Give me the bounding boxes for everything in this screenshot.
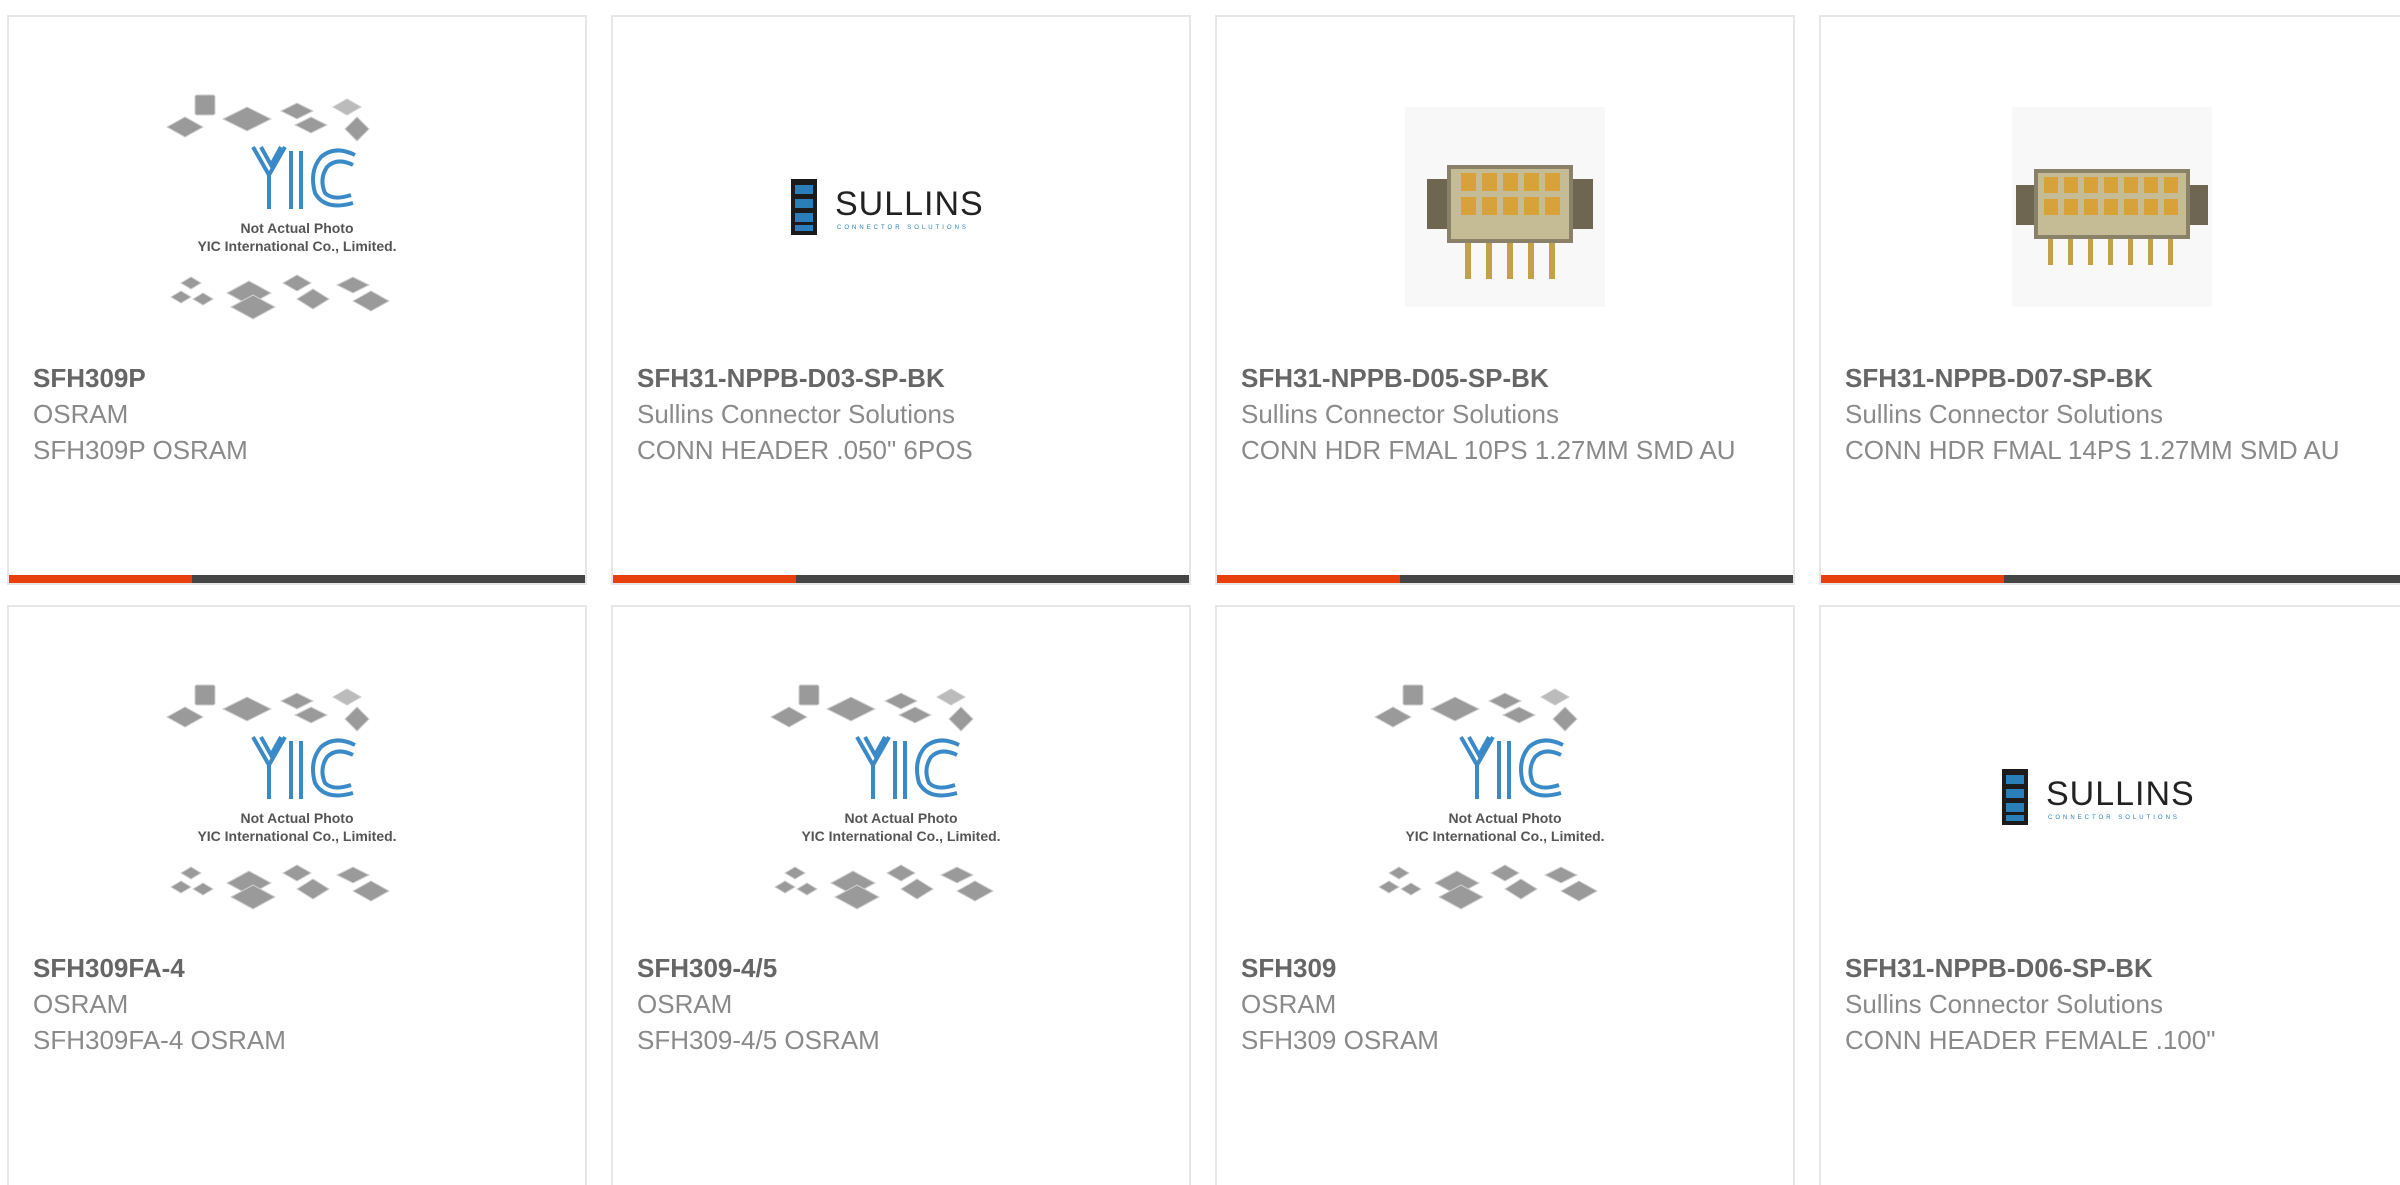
sullins-logo-icon: SULLINS CONNECTOR SOLUTIONS — [2001, 769, 2195, 825]
part-number[interactable]: SFH309P — [33, 360, 561, 396]
product-card[interactable]: SFH31-NPPB-D07-SP-BK Sullins Connector S… — [1819, 15, 2400, 585]
manufacturer: OSRAM — [33, 399, 129, 429]
connector-photo-icon — [2011, 107, 2212, 307]
product-card[interactable]: Not Actual Photo YIC International Co., … — [1215, 605, 1795, 1185]
product-image-connector-photo[interactable] — [1821, 57, 2400, 357]
not-actual-photo-label: Not Actual Photo — [240, 220, 353, 236]
description: SFH309-4/5 OSRAM — [637, 1025, 880, 1055]
yic-company-label: YIC International Co., Limited. — [801, 828, 1000, 844]
product-image-sullins-logo[interactable]: SULLINS CONNECTOR SOLUTIONS — [613, 57, 1189, 357]
product-image-yic-placeholder[interactable]: Not Actual Photo YIC International Co., … — [9, 57, 585, 357]
yic-company-label: YIC International Co., Limited. — [197, 828, 396, 844]
manufacturer: OSRAM — [1241, 989, 1337, 1019]
product-image-yic-placeholder[interactable]: Not Actual Photo YIC International Co., … — [613, 647, 1189, 947]
description: CONN HEADER FEMALE .100" — [1845, 1025, 2216, 1055]
sullins-wordmark: SULLINS — [2046, 775, 2195, 813]
part-number[interactable]: SFH309 — [1241, 950, 1769, 986]
yic-company-label: YIC International Co., Limited. — [197, 238, 396, 254]
manufacturer: Sullins Connector Solutions — [637, 399, 955, 429]
chip-placeholder-icon: Not Actual Photo YIC International Co., … — [165, 94, 397, 320]
product-image-sullins-logo[interactable]: SULLINS CONNECTOR SOLUTIONS — [1821, 647, 2400, 947]
card-accent-bar — [1821, 575, 2400, 583]
product-card[interactable]: Not Actual Photo YIC International Co., … — [611, 605, 1191, 1185]
not-actual-photo-label: Not Actual Photo — [240, 810, 353, 826]
product-image-yic-placeholder[interactable]: Not Actual Photo YIC International Co., … — [9, 647, 585, 947]
description: SFH309P OSRAM — [33, 435, 248, 465]
card-accent-bar — [1217, 575, 1793, 583]
product-image-connector-photo[interactable] — [1217, 57, 1793, 357]
product-card[interactable]: SFH31-NPPB-D05-SP-BK Sullins Connector S… — [1215, 15, 1795, 585]
product-card[interactable]: Not Actual Photo YIC International Co., … — [7, 605, 587, 1185]
chip-placeholder-icon: Not Actual Photo YIC International Co., … — [1373, 684, 1605, 910]
part-number[interactable]: SFH31-NPPB-D03-SP-BK — [637, 360, 1165, 396]
part-number[interactable]: SFH309FA-4 — [33, 950, 561, 986]
card-accent-bar — [9, 575, 585, 583]
part-number[interactable]: SFH31-NPPB-D06-SP-BK — [1845, 950, 2378, 986]
chip-placeholder-icon: Not Actual Photo YIC International Co., … — [165, 684, 397, 910]
connector-photo-icon — [1405, 107, 1605, 307]
card-accent-bar — [613, 575, 1189, 583]
manufacturer: Sullins Connector Solutions — [1845, 989, 2163, 1019]
manufacturer: Sullins Connector Solutions — [1845, 399, 2163, 429]
manufacturer: OSRAM — [637, 989, 733, 1019]
description: SFH309 OSRAM — [1241, 1025, 1439, 1055]
manufacturer: Sullins Connector Solutions — [1241, 399, 1559, 429]
part-number[interactable]: SFH31-NPPB-D07-SP-BK — [1845, 360, 2378, 396]
yic-company-label: YIC International Co., Limited. — [1405, 828, 1604, 844]
part-number[interactable]: SFH31-NPPB-D05-SP-BK — [1241, 360, 1769, 396]
sullins-wordmark: SULLINS — [835, 185, 984, 223]
product-card[interactable]: SULLINS CONNECTOR SOLUTIONS SFH31-NPPB-D… — [1819, 605, 2400, 1185]
description: CONN HEADER .050" 6POS — [637, 435, 973, 465]
chip-placeholder-icon: Not Actual Photo YIC International Co., … — [769, 684, 1001, 910]
description: SFH309FA-4 OSRAM — [33, 1025, 286, 1055]
product-card[interactable]: SULLINS CONNECTOR SOLUTIONS SFH31-NPPB-D… — [611, 15, 1191, 585]
manufacturer: OSRAM — [33, 989, 129, 1019]
product-grid: Not Actual Photo YIC International Co., … — [0, 0, 2400, 1185]
not-actual-photo-label: Not Actual Photo — [1448, 810, 1561, 826]
description: CONN HDR FMAL 10PS 1.27MM SMD AU — [1241, 435, 1736, 465]
product-image-yic-placeholder[interactable]: Not Actual Photo YIC International Co., … — [1217, 647, 1793, 947]
description: CONN HDR FMAL 14PS 1.27MM SMD AU — [1845, 435, 2340, 465]
product-card[interactable]: Not Actual Photo YIC International Co., … — [7, 15, 587, 585]
not-actual-photo-label: Not Actual Photo — [844, 810, 957, 826]
sullins-tagline: CONNECTOR SOLUTIONS — [837, 225, 969, 231]
part-number[interactable]: SFH309-4/5 — [637, 950, 1165, 986]
sullins-logo-icon: SULLINS CONNECTOR SOLUTIONS — [791, 179, 984, 235]
sullins-tagline: CONNECTOR SOLUTIONS — [2048, 815, 2180, 821]
